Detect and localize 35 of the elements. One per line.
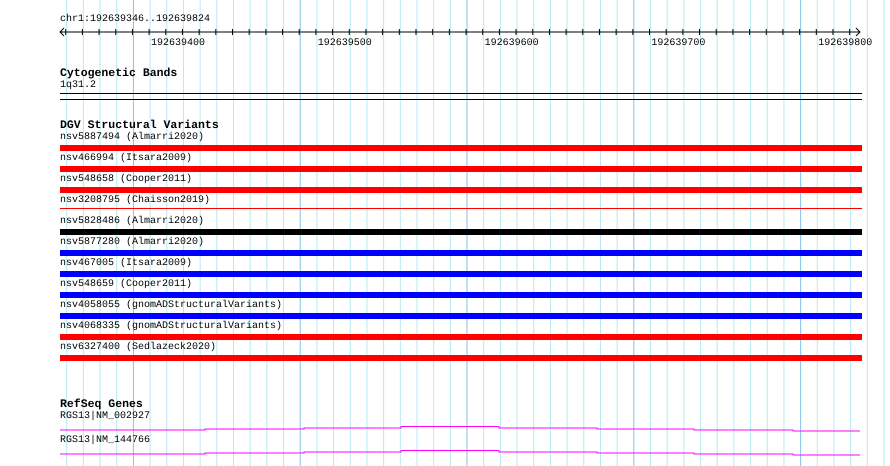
- variant-bar[interactable]: [60, 166, 862, 172]
- variant-label: nsv5828486 (Almarri2020): [60, 216, 204, 228]
- band-label: 1q31.2: [60, 80, 96, 92]
- transcript-line[interactable]: [60, 450, 860, 456]
- variant-label: nsv3208795 (Chaisson2019): [60, 195, 210, 207]
- variant-label: nsv4068335 (gnomADStructuralVariants): [60, 321, 282, 333]
- variant-bar[interactable]: [60, 292, 862, 298]
- variant-label: nsv548659 (Cooper2011): [60, 279, 192, 291]
- variant-bar[interactable]: [60, 145, 862, 151]
- ruler-label: 192639800: [818, 38, 872, 50]
- variant-bar[interactable]: [60, 313, 862, 319]
- variant-bar[interactable]: [60, 271, 862, 277]
- variant-bar[interactable]: [60, 250, 862, 256]
- variant-label: nsv548658 (Cooper2011): [60, 174, 192, 186]
- variant-label: nsv467005 (Itsara2009): [60, 258, 192, 270]
- transcript-label: RGS13|NM_144766: [60, 435, 150, 447]
- transcript-line[interactable]: [60, 426, 860, 432]
- track-title: RefSeq Genes: [60, 399, 143, 411]
- ruler-label: 192639600: [484, 38, 539, 50]
- variant-bar[interactable]: [60, 334, 862, 340]
- ruler-label: 192639400: [151, 38, 206, 50]
- variant-label: nsv466994 (Itsara2009): [60, 153, 192, 165]
- variant-label: nsv4058055 (gnomADStructuralVariants): [60, 300, 282, 312]
- variant-bar[interactable]: [60, 229, 862, 235]
- track-title: DGV Structural Variants: [60, 120, 219, 132]
- variant-bar[interactable]: [60, 355, 862, 361]
- location-label: chr1:192639346..192639824: [60, 14, 210, 26]
- variant-label: nsv6327400 (Sedlazeck2020): [60, 342, 216, 354]
- ruler-label: 192639500: [318, 38, 372, 50]
- variant-bar[interactable]: [60, 187, 862, 193]
- track-title: Cytogenetic Bands: [60, 68, 178, 80]
- variant-label: nsv5877280 (Almarri2020): [60, 237, 204, 249]
- transcript-label: RGS13|NM_002927: [60, 411, 150, 423]
- ruler-label: 192639700: [651, 38, 706, 50]
- variant-label: nsv5887494 (Almarri2020): [60, 132, 204, 144]
